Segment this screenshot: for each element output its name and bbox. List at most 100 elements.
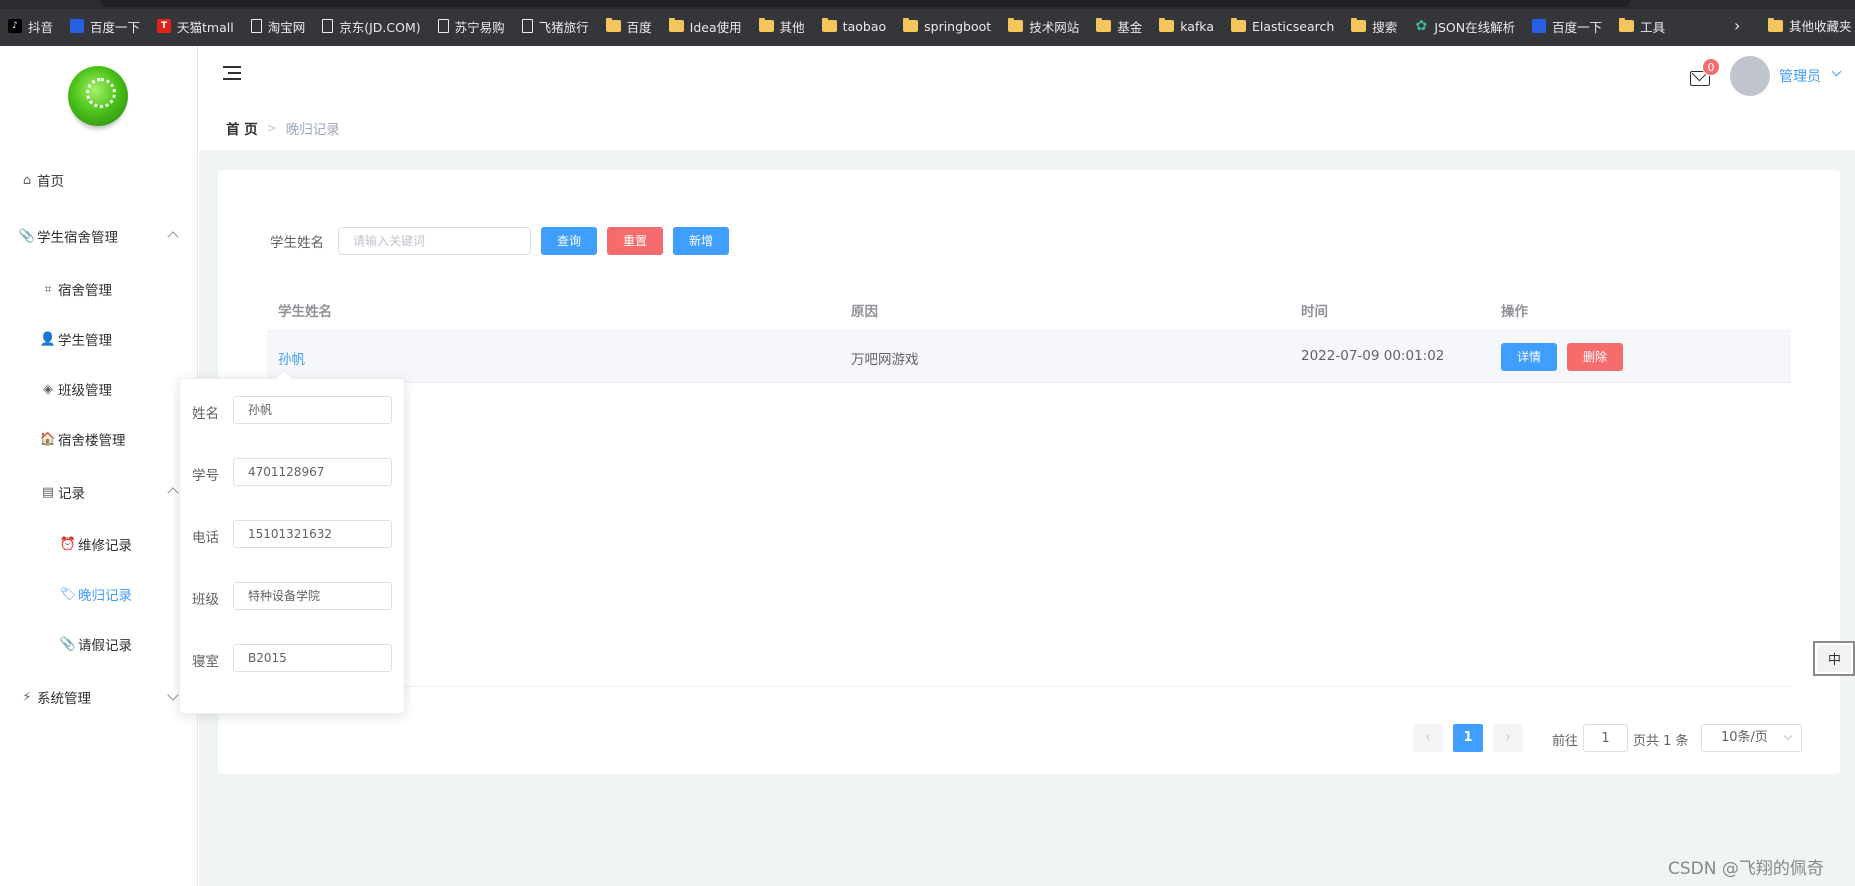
bookmark-other-folder[interactable]: 其他收藏夹 <box>1768 16 1852 35</box>
pagination-goto-input[interactable] <box>1583 724 1628 752</box>
popover-label-name: 姓名 <box>192 406 219 422</box>
page-icon <box>437 19 449 33</box>
column-header-time: 时间 <box>1301 304 1328 320</box>
bookmark-suning[interactable]: 苏宁易购 <box>437 17 505 36</box>
home-icon: ⌂ <box>22 172 32 188</box>
bookmark-baidu[interactable]: 🐾 百度一下 <box>70 17 140 36</box>
content-card <box>218 170 1840 774</box>
folder-icon <box>1159 18 1175 32</box>
bookmark-folder-baidu[interactable]: 百度 <box>605 17 652 36</box>
sidebar-item-dorm-admin[interactable]: 📎 学生宿舍管理 <box>19 226 118 247</box>
sidebar-item-buildings[interactable]: 🏠 宿舍楼管理 <box>39 429 126 450</box>
pagination-prev-button[interactable]: ‹ <box>1413 724 1443 752</box>
sidebar-item-home[interactable]: ⌂ 首页 <box>20 170 64 191</box>
breadcrumb: 首 页 > 晚归记录 <box>226 118 340 138</box>
sidebar-item-dorm[interactable]: ⌗ 宿舍管理 <box>41 279 112 300</box>
bookmark-baidu-2[interactable]: 🐾 百度一下 <box>1532 17 1602 36</box>
popover-field-phone[interactable]: 15101321632 <box>233 520 392 548</box>
chevron-down-icon <box>1783 731 1793 741</box>
bookmark-folder-elasticsearch[interactable]: Elasticsearch <box>1230 18 1334 34</box>
column-header-actions: 操作 <box>1501 304 1528 320</box>
app-logo <box>68 66 128 126</box>
time-cell: 2022-07-09 00:01:02 <box>1301 348 1445 364</box>
bookmark-taobao[interactable]: 淘宝网 <box>250 17 305 36</box>
table-row[interactable]: 孙帆 万吧网游戏 2022-07-09 00:01:02 详情 删除 <box>267 331 1791 383</box>
baidu-icon: 🐾 <box>1532 19 1547 33</box>
bookmark-folder-other[interactable]: 其他 <box>758 17 805 36</box>
pagination-page-1[interactable]: 1 <box>1453 724 1483 752</box>
tiktok-icon: ♪ <box>8 19 22 33</box>
bookmark-folder-tech[interactable]: 技术网站 <box>1008 17 1079 36</box>
browser-tab-strip <box>0 0 1855 9</box>
layers-icon: ◈ <box>43 381 53 397</box>
pagination-next-button[interactable]: › <box>1493 724 1523 752</box>
query-button[interactable]: 查询 <box>541 227 597 255</box>
search-label: 学生姓名 <box>270 235 324 251</box>
folder-icon <box>821 18 837 32</box>
bookmark-fliggy[interactable]: 飞猪旅行 <box>521 17 589 36</box>
column-header-reason: 原因 <box>851 304 878 320</box>
bookmark-jd[interactable]: 京东(JD.COM) <box>322 17 421 36</box>
student-name-link[interactable]: 孙帆 <box>278 348 305 368</box>
user-icon: 👤 <box>39 331 57 347</box>
page-size-select[interactable]: 10条/页 <box>1701 724 1802 752</box>
tag-icon: 🏷 <box>59 586 77 602</box>
sidebar-item-students[interactable]: 👤 学生管理 <box>39 329 112 350</box>
bookmark-folder-taobao[interactable]: taobao <box>821 18 886 34</box>
bookmark-folder-search[interactable]: 搜索 <box>1351 17 1397 36</box>
chevron-down-icon[interactable] <box>1831 66 1842 77</box>
bookmarks-bar: ♪ 抖音 🐾 百度一下 T 天猫tmall 淘宝网 京东(JD.COM) 苏宁易购 飞… <box>0 0 1855 46</box>
breadcrumb-current: 晚归记录 <box>285 122 340 138</box>
column-header-student-name: 学生姓名 <box>278 304 332 320</box>
folder-icon <box>1351 18 1367 32</box>
alarm-clock-icon: ⏰ <box>59 536 77 552</box>
sidebar-item-records[interactable]: ▤ 记录 <box>41 482 85 503</box>
pagination-goto-label: 前往 <box>1552 734 1579 749</box>
pagination-total: 页共 1 条 <box>1633 734 1689 749</box>
bookmark-list: ♪ 抖音 🐾 百度一下 T 天猫tmall 淘宝网 京东(JD.COM) 苏宁易购 飞… <box>8 16 1682 36</box>
bookmarks-overflow-chevron-icon[interactable]: › <box>1734 16 1740 35</box>
bookmark-folder-fund[interactable]: 基金 <box>1096 17 1142 36</box>
user-name[interactable]: 管理员 <box>1779 66 1821 86</box>
sidebar-item-leave-records[interactable]: 📎 请假记录 <box>59 634 132 655</box>
house-icon: 🏠 <box>39 431 57 447</box>
bookmark-folder-springboot[interactable]: springboot <box>903 18 991 34</box>
baidu-icon: 🐾 <box>70 19 85 33</box>
folder-icon <box>1008 18 1024 32</box>
tmall-icon: T <box>157 19 172 33</box>
document-icon: ▤ <box>41 484 55 500</box>
search-input[interactable] <box>338 227 531 255</box>
avatar[interactable] <box>1730 56 1770 96</box>
ime-indicator[interactable]: 中 <box>1813 641 1855 676</box>
student-detail-popover: 姓名 孙帆 学号 4701128967 电话 15101321632 班级 特种… <box>179 378 405 714</box>
bookmark-tmall[interactable]: T 天猫tmall <box>157 17 234 36</box>
collapse-menu-icon[interactable] <box>223 66 241 82</box>
popover-label-phone: 电话 <box>192 530 219 546</box>
folder-icon <box>903 18 919 32</box>
bookmark-douyin[interactable]: ♪ 抖音 <box>8 17 53 36</box>
bookmark-json-parser[interactable]: ✿ JSON在线解析 <box>1414 17 1515 36</box>
page-icon <box>521 19 533 33</box>
breadcrumb-separator: > <box>266 121 277 135</box>
paperclip-icon: 📎 <box>59 636 77 652</box>
table-divider <box>267 686 1791 687</box>
sidebar-item-system[interactable]: ⚡ 系统管理 <box>20 687 91 708</box>
detail-button[interactable]: 详情 <box>1501 343 1557 371</box>
sidebar-item-classes[interactable]: ◈ 班级管理 <box>41 379 112 400</box>
popover-field-class[interactable]: 特种设备学院 <box>233 582 392 610</box>
sidebar-item-repair-records[interactable]: ⏰ 维修记录 <box>59 534 132 555</box>
add-button[interactable]: 新增 <box>673 227 729 255</box>
reset-button[interactable]: 重置 <box>607 227 663 255</box>
breadcrumb-home[interactable]: 首 页 <box>226 118 258 138</box>
delete-button[interactable]: 删除 <box>1567 343 1623 371</box>
popover-label-student-id: 学号 <box>192 468 219 484</box>
bookmark-folder-kafka[interactable]: kafka <box>1159 18 1214 34</box>
sidebar-item-late-return-records[interactable]: 🏷 晚归记录 <box>59 584 132 605</box>
popover-field-name[interactable]: 孙帆 <box>233 396 392 424</box>
popover-field-student-id[interactable]: 4701128967 <box>233 458 392 486</box>
folder-icon <box>668 18 684 32</box>
bookmark-folder-idea[interactable]: Idea使用 <box>668 17 742 36</box>
bookmark-folder-tools[interactable]: 工具 <box>1619 17 1665 36</box>
gear-icon: ✿ <box>1415 18 1428 34</box>
popover-field-dorm[interactable]: B2015 <box>233 644 392 672</box>
